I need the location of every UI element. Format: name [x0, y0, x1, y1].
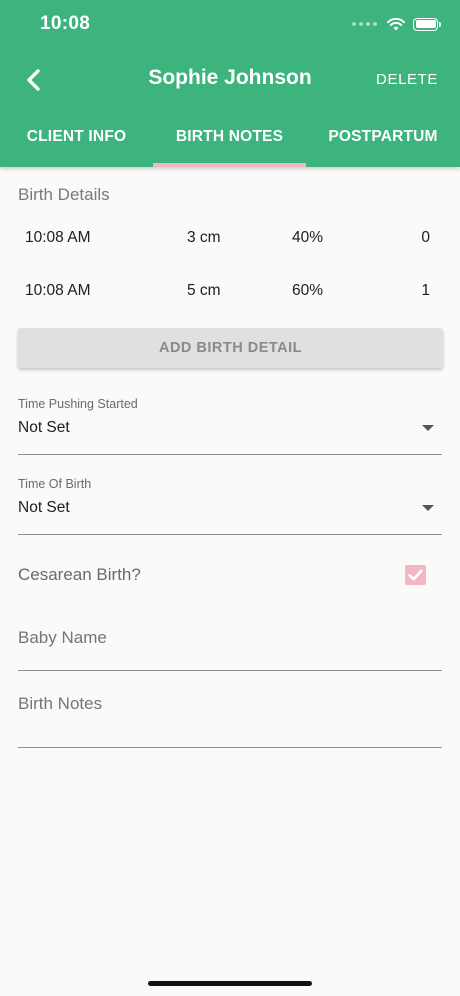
- field-underline: [18, 534, 442, 535]
- birth-details-title: Birth Details: [18, 185, 110, 204]
- detail-effacement: 60%: [292, 282, 324, 299]
- delete-button[interactable]: DELETE: [376, 71, 438, 88]
- status-icons: [352, 14, 441, 34]
- tab-postpartum[interactable]: POSTPARTUM: [306, 115, 460, 167]
- tab-client-info[interactable]: CLIENT INFO: [0, 115, 153, 167]
- field-underline: [18, 454, 442, 455]
- checkmark-icon: [408, 569, 423, 581]
- birth-detail-row[interactable]: 10:08 AM 5 cm 60% 1: [0, 282, 460, 312]
- time-of-birth-field[interactable]: Time Of Birth Not Set: [18, 477, 442, 537]
- dropdown-arrow-icon: [422, 505, 434, 511]
- wifi-icon: [387, 17, 405, 30]
- field-underline: [18, 747, 442, 748]
- birth-notes-placeholder: Birth Notes: [18, 694, 103, 713]
- signal-icon: [352, 22, 377, 26]
- cesarean-birth-label: Cesarean Birth?: [18, 565, 141, 584]
- birth-detail-row[interactable]: 10:08 AM 3 cm 40% 0: [0, 229, 460, 259]
- detail-station: 0: [421, 229, 430, 246]
- baby-name-placeholder: Baby Name: [18, 628, 107, 647]
- field-value: Not Set: [18, 499, 70, 516]
- detail-time: 10:08 AM: [25, 229, 91, 246]
- detail-effacement: 40%: [292, 229, 324, 246]
- field-label: Time Pushing Started: [18, 397, 138, 411]
- time-pushing-started-field[interactable]: Time Pushing Started Not Set: [18, 397, 442, 457]
- tab-birth-notes[interactable]: BIRTH NOTES: [153, 115, 306, 167]
- birth-notes-input[interactable]: Birth Notes: [18, 694, 442, 750]
- detail-dilation: 3 cm: [187, 229, 221, 246]
- dropdown-arrow-icon: [422, 425, 434, 431]
- battery-icon: [413, 17, 441, 31]
- detail-dilation: 5 cm: [187, 282, 221, 299]
- status-time: 10:08: [40, 13, 91, 34]
- home-indicator[interactable]: [148, 981, 312, 986]
- field-value: Not Set: [18, 419, 70, 436]
- detail-station: 1: [421, 282, 430, 299]
- app-bar: 10:08 Sophie Johnson DELETE CLIENT INFO …: [0, 0, 460, 167]
- field-label: Time Of Birth: [18, 477, 92, 491]
- add-birth-detail-button[interactable]: ADD BIRTH DETAIL: [18, 328, 443, 368]
- baby-name-input[interactable]: Baby Name: [18, 628, 442, 672]
- field-underline: [18, 670, 442, 671]
- cesarean-birth-checkbox[interactable]: [405, 565, 426, 585]
- detail-time: 10:08 AM: [25, 282, 91, 299]
- tab-bar: CLIENT INFO BIRTH NOTES POSTPARTUM: [0, 115, 460, 167]
